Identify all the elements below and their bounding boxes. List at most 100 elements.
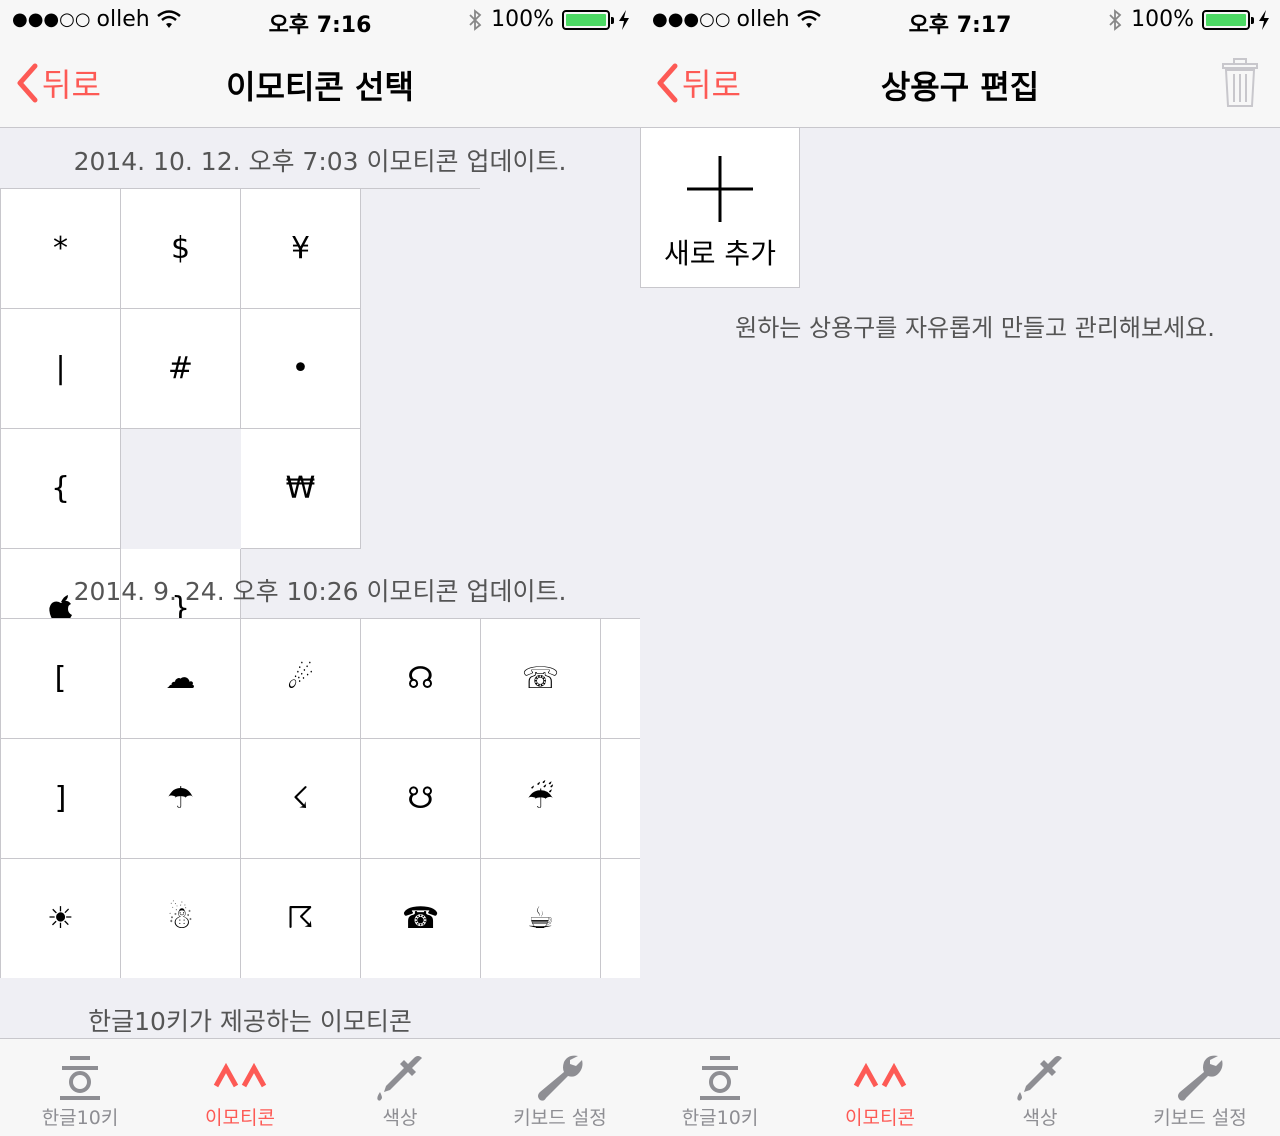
tab-color[interactable]: 색상 (320, 1039, 480, 1136)
tab-label: 키보드 설정 (1153, 1107, 1247, 1129)
emoticon-glyph: ☇ (291, 781, 310, 816)
tab-hangul[interactable]: 한글10키 (0, 1039, 160, 1136)
wrench-icon (530, 1049, 590, 1105)
emoticon-glyph: ☎ (401, 901, 440, 936)
status-bar: ●●●○○ olleh 오후 7:17 100% (640, 0, 1280, 40)
emoticon-cell[interactable]: ☏ (481, 619, 601, 739)
tab-label: 한글10키 (681, 1107, 759, 1129)
emoticon-glyph: * (53, 231, 68, 266)
nav-bar: 뒤로 이모티콘 선택 (0, 40, 640, 128)
section-label-2: 2014. 9. 24. 오후 10:26 이모티콘 업데이트. (73, 577, 567, 606)
section-label-1: 2014. 10. 12. 오후 7:03 이모티콘 업데이트. (73, 147, 567, 176)
emoticon-glyph: ☈ (287, 901, 314, 936)
tab-keyboard-settings[interactable]: 키보드 설정 (480, 1039, 640, 1136)
battery-percent: 100% (491, 7, 554, 32)
emoticon-cell[interactable]: ¥ (241, 189, 361, 309)
emoticon-glyph: ☊ (407, 661, 434, 696)
battery-icon (1202, 9, 1254, 30)
emoticon-cell[interactable]: ☈ (241, 859, 361, 978)
emoticon-glyph: • (291, 351, 310, 386)
emoticon-cell[interactable]: ☕ (481, 859, 601, 978)
tab-label: 키보드 설정 (513, 1107, 607, 1129)
emoticon-cell[interactable]: ] (1, 739, 121, 859)
phrase-edit-screen: ●●●○○ olleh 오후 7:17 100% 뒤로 상용구 편집 새로 추가 (640, 0, 1280, 1136)
dropper-icon (1010, 1049, 1070, 1105)
battery-percent: 100% (1131, 7, 1194, 32)
emoticon-cell[interactable]: ☊ (361, 619, 481, 739)
emoticon-cell-partial[interactable] (601, 739, 640, 859)
tab-emoticon[interactable]: 이모티콘 (800, 1039, 960, 1136)
caret-icon (850, 1049, 910, 1105)
emoticon-cell-partial[interactable] (601, 619, 640, 739)
emoticon-cell[interactable]: { (1, 429, 121, 549)
empty-hint: 원하는 상용구를 자유롭게 만들고 관리해보세요. (735, 314, 1215, 342)
emoticon-glyph: | (55, 351, 66, 386)
page-title: 이모티콘 선택 (226, 68, 414, 106)
emoticon-glyph: ☃ (167, 901, 194, 936)
trash-icon[interactable] (1220, 58, 1260, 108)
nav-bar: 뒤로 상용구 편집 (640, 40, 1280, 128)
hangul-icon (50, 1049, 110, 1105)
emoticon-cell[interactable]: ☄ (241, 619, 361, 739)
add-new-label: 새로 추가 (664, 237, 776, 270)
emoticon-cell[interactable]: ☁ (121, 619, 241, 739)
emoticon-cell[interactable]: ☂ (121, 739, 241, 859)
grid-empty (121, 429, 241, 549)
emoticon-cell[interactable]: ☇ (241, 739, 361, 859)
emoticon-cell[interactable]: ☀ (1, 859, 121, 978)
dropper-icon (370, 1049, 430, 1105)
emoticon-glyph: ☋ (407, 781, 434, 816)
status-right: 100% (467, 7, 630, 32)
bluetooth-icon (1109, 8, 1122, 31)
emoticon-glyph: ☁ (165, 661, 196, 696)
emoticon-glyph: ☕ (527, 901, 554, 936)
tab-emoticon[interactable]: 이모티콘 (160, 1039, 320, 1136)
emoticon-glyph: ¥ (290, 231, 311, 266)
emoticon-glyph: ☏ (521, 661, 560, 696)
emoticon-glyph: ☄ (287, 661, 314, 696)
emoticon-cell[interactable]: * (1, 189, 121, 309)
charging-icon (1259, 9, 1269, 30)
tab-bar: 한글10키 이모티콘 색상 키보드 설정 (640, 1038, 1280, 1136)
tab-label: 이모티콘 (205, 1107, 275, 1129)
tab-bar: 한글10키 이모티콘 색상 키보드 설정 (0, 1038, 640, 1136)
charging-icon (619, 9, 629, 30)
tab-label: 색상 (382, 1107, 418, 1129)
emoticon-cell[interactable]: $ (121, 189, 241, 309)
emoticon-glyph: ☀ (47, 901, 74, 936)
battery-icon (562, 9, 614, 30)
emoticon-cell[interactable]: ☃ (121, 859, 241, 978)
emoticon-cell[interactable]: [ (1, 619, 121, 739)
emoticon-cell-partial[interactable] (601, 859, 640, 978)
section-label-3: 한글10키가 제공하는 이모티콘 (88, 1007, 412, 1036)
emoticon-cell[interactable]: ☋ (361, 739, 481, 859)
emoticon-cell[interactable]: ₩ (241, 429, 361, 549)
emoticon-glyph: ☂ (167, 781, 194, 816)
emoticon-cell[interactable]: ☎ (361, 859, 481, 978)
emoticon-glyph: $ (170, 231, 191, 266)
emoticon-glyph: ₩ (285, 471, 316, 506)
page-title: 상용구 편집 (880, 68, 1040, 106)
emoticon-cell[interactable]: | (1, 309, 121, 429)
emoticon-glyph: ☔ (527, 781, 554, 816)
tab-hangul[interactable]: 한글10키 (640, 1039, 800, 1136)
emoticon-cell[interactable]: # (121, 309, 241, 429)
emoticon-glyph: { (50, 471, 71, 506)
bluetooth-icon (469, 8, 482, 31)
emoticon-glyph: [ (54, 661, 67, 696)
tab-label: 한글10키 (41, 1107, 119, 1129)
root: ●●●○○ olleh 오후 7:16 100% 뒤로 이모티콘 선택 2014… (0, 0, 1280, 1136)
caret-icon (210, 1049, 270, 1105)
tab-color[interactable]: 색상 (960, 1039, 1120, 1136)
emoticon-glyph: ] (54, 781, 67, 816)
emoticon-cell[interactable]: • (241, 309, 361, 429)
add-new-button[interactable]: 새로 추가 (640, 128, 800, 288)
emoticon-glyph: # (167, 351, 194, 386)
emoticon-cell[interactable]: ☔ (481, 739, 601, 859)
tab-keyboard-settings[interactable]: 키보드 설정 (1120, 1039, 1280, 1136)
hangul-icon (690, 1049, 750, 1105)
status-right: 100% (1107, 7, 1270, 32)
wrench-icon (1170, 1049, 1230, 1105)
emoticon-select-screen: ●●●○○ olleh 오후 7:16 100% 뒤로 이모티콘 선택 2014… (0, 0, 640, 1136)
tab-label: 이모티콘 (845, 1107, 915, 1129)
